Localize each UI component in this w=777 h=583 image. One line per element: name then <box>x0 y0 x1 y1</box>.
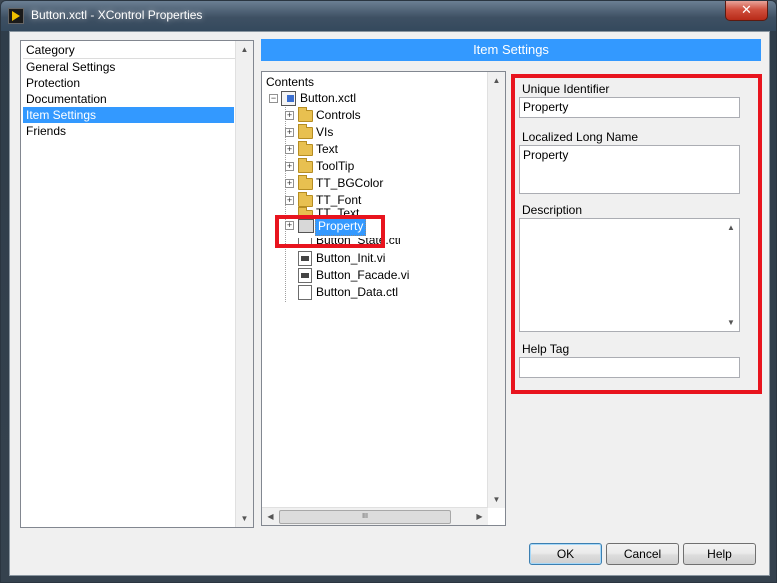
contents-header: Contents <box>266 75 315 89</box>
tree-label: Button_Data.ctl <box>316 285 399 299</box>
expand-icon[interactable]: + <box>285 145 294 154</box>
localized-long-name-field[interactable]: Property <box>519 145 740 194</box>
contents-horizontal-scrollbar[interactable]: ◀ III ▶ <box>262 507 488 525</box>
expand-icon[interactable]: + <box>285 111 294 120</box>
contents-tree[interactable]: Contents − Button.xctl + Controls + VIs <box>261 71 506 526</box>
ok-button[interactable]: OK <box>529 543 602 565</box>
scroll-down-arrow-icon[interactable]: ▼ <box>488 491 505 508</box>
xcontrol-properties-window: Button.xctl - XControl Properties ✕ Cate… <box>0 0 777 583</box>
ctl-file-icon <box>298 285 312 300</box>
category-scrollbar[interactable]: ▲ ▼ <box>235 41 253 527</box>
tree-node-button-init[interactable]: Button_Init.vi <box>266 250 466 267</box>
expand-icon[interactable]: + <box>285 179 294 188</box>
scroll-left-arrow-icon[interactable]: ◀ <box>262 508 279 525</box>
scroll-up-arrow-icon[interactable]: ▲ <box>488 72 505 89</box>
window-title: Button.xctl - XControl Properties <box>31 8 203 22</box>
description-field[interactable]: ▲ ▼ <box>519 218 740 332</box>
folder-icon <box>298 124 313 139</box>
scroll-up-arrow-icon[interactable]: ▲ <box>236 41 253 58</box>
close-button[interactable]: ✕ <box>725 1 768 21</box>
localized-long-name-label: Localized Long Name <box>522 130 639 144</box>
tree-node-button-facade[interactable]: Button_Facade.vi <box>266 267 466 284</box>
tree-label: Controls <box>316 108 361 122</box>
scroll-down-arrow-icon[interactable]: ▼ <box>723 314 739 331</box>
tree-label: Text <box>316 142 339 156</box>
help-tag-field[interactable] <box>519 357 740 378</box>
folder-icon <box>298 175 313 190</box>
folder-icon <box>298 141 313 156</box>
category-header: Category <box>23 42 236 59</box>
unique-identifier-label: Unique Identifier <box>522 82 610 96</box>
labview-app-icon <box>8 8 24 24</box>
cancel-button[interactable]: Cancel <box>606 543 679 565</box>
dialog-body: Category General Settings Protection Doc… <box>9 31 770 576</box>
tree-node-tt-bgcolor[interactable]: + TT_BGColor <box>266 175 466 192</box>
collapse-icon[interactable]: − <box>269 94 278 103</box>
tree-node-vis[interactable]: + VIs <box>266 124 466 141</box>
property-highlight-box <box>275 215 385 248</box>
help-button[interactable]: Help <box>683 543 756 565</box>
tree-label: ToolTip <box>316 159 355 173</box>
tree-label: VIs <box>316 125 334 139</box>
description-label: Description <box>522 203 583 217</box>
category-list[interactable]: Category General Settings Protection Doc… <box>20 40 254 528</box>
item-settings-header: Item Settings <box>261 39 761 61</box>
tree-label-root: Button.xctl <box>300 91 357 105</box>
vi-file-icon <box>298 251 312 266</box>
category-item-general-settings[interactable]: General Settings <box>23 59 234 75</box>
expand-icon[interactable]: + <box>285 162 294 171</box>
vi-file-icon <box>298 268 312 283</box>
tree-node-button-data[interactable]: Button_Data.ctl <box>266 284 466 301</box>
expand-icon[interactable]: + <box>285 128 294 137</box>
tree-label: Button_Init.vi <box>316 251 386 265</box>
description-scrollbar[interactable]: ▲ ▼ <box>723 219 739 331</box>
scroll-up-arrow-icon[interactable]: ▲ <box>723 219 739 236</box>
tree-label: Button_Facade.vi <box>316 268 410 282</box>
folder-icon <box>298 158 313 173</box>
tree-node-root[interactable]: − Button.xctl <box>266 90 466 107</box>
title-bar[interactable]: Button.xctl - XControl Properties ✕ <box>1 1 776 31</box>
category-item-protection[interactable]: Protection <box>23 75 234 91</box>
folder-icon <box>298 192 313 207</box>
expand-icon[interactable]: + <box>285 196 294 205</box>
category-item-friends[interactable]: Friends <box>23 123 234 139</box>
category-item-documentation[interactable]: Documentation <box>23 91 234 107</box>
contents-vertical-scrollbar[interactable]: ▲ ▼ <box>487 72 505 508</box>
folder-icon <box>298 107 313 122</box>
unique-identifier-field[interactable]: Property <box>519 97 740 118</box>
tree-node-tooltip[interactable]: + ToolTip <box>266 158 466 175</box>
category-item-item-settings[interactable]: Item Settings <box>23 107 234 123</box>
tree-node-controls[interactable]: + Controls <box>266 107 466 124</box>
tree-node-text[interactable]: + Text <box>266 141 466 158</box>
horizontal-scroll-thumb[interactable]: III <box>279 510 451 524</box>
scroll-right-arrow-icon[interactable]: ▶ <box>471 508 488 525</box>
xcontrol-icon <box>281 91 296 106</box>
help-tag-label: Help Tag <box>522 342 570 356</box>
tree-label: TT_BGColor <box>316 176 384 190</box>
scroll-down-arrow-icon[interactable]: ▼ <box>236 510 253 527</box>
